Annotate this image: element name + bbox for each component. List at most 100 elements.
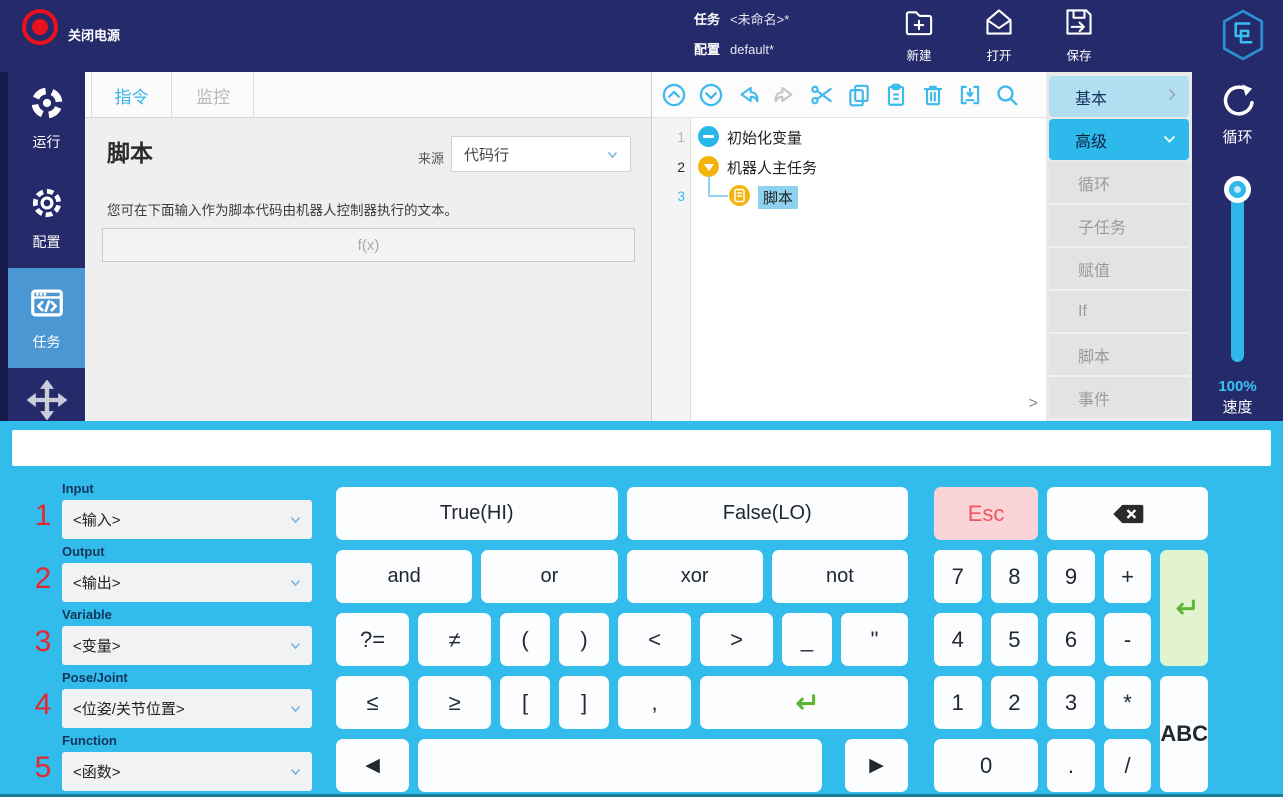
- sidebar-item-move[interactable]: [8, 380, 85, 425]
- key-xor[interactable]: xor: [627, 550, 763, 603]
- field-number-1: 1: [30, 499, 56, 533]
- key-cursor-left[interactable]: ◀: [336, 739, 409, 792]
- key-1[interactable]: 1: [934, 676, 982, 729]
- category-basic-button[interactable]: 基本: [1049, 76, 1189, 117]
- save-task-label: 保存: [1048, 45, 1110, 64]
- right-status-bar: 循环 100% 速度: [1192, 72, 1283, 421]
- key-less-than[interactable]: <: [618, 613, 691, 666]
- key-greater-than[interactable]: >: [700, 613, 773, 666]
- key-bracket-open[interactable]: [: [500, 676, 550, 729]
- key-less-equal[interactable]: ≤: [336, 676, 409, 729]
- open-task-button[interactable]: 打开: [968, 5, 1030, 64]
- copy-icon[interactable]: [846, 82, 872, 108]
- key-4[interactable]: 4: [934, 613, 982, 666]
- line-number: 3: [652, 188, 685, 204]
- key-false-lo[interactable]: False(LO): [627, 487, 909, 540]
- command-item-loop[interactable]: 循环: [1049, 162, 1189, 205]
- key-paren-open[interactable]: (: [500, 613, 550, 666]
- task-value: <未命名>*: [730, 12, 789, 27]
- search-icon[interactable]: [994, 82, 1020, 108]
- undo-icon[interactable]: [735, 82, 761, 108]
- pose-joint-select[interactable]: <位姿/关节位置>: [62, 689, 312, 728]
- command-item-subtask[interactable]: 子任务: [1049, 205, 1189, 248]
- expression-input[interactable]: [12, 430, 1271, 466]
- command-item-script[interactable]: 脚本: [1049, 334, 1189, 377]
- key-plus[interactable]: +: [1104, 550, 1152, 603]
- input-select[interactable]: <输入>: [62, 500, 312, 539]
- chevron-down-icon: [290, 768, 301, 776]
- tab-monitor[interactable]: 监控: [173, 72, 254, 118]
- key-dot[interactable]: .: [1047, 739, 1095, 792]
- key-assign-query[interactable]: ?=: [336, 613, 409, 666]
- key-8[interactable]: 8: [991, 550, 1039, 603]
- key-6[interactable]: 6: [1047, 613, 1095, 666]
- abc-mode-key[interactable]: ABC: [1160, 676, 1208, 792]
- backspace-key[interactable]: [1047, 487, 1208, 540]
- key-or[interactable]: or: [481, 550, 617, 603]
- key-paren-close[interactable]: ): [559, 613, 609, 666]
- key-2[interactable]: 2: [991, 676, 1039, 729]
- insert-icon[interactable]: [957, 82, 983, 108]
- key-7[interactable]: 7: [934, 550, 982, 603]
- key-and[interactable]: and: [336, 550, 472, 603]
- output-field-label: Output: [62, 544, 105, 559]
- move-up-icon[interactable]: [661, 82, 687, 108]
- delete-icon[interactable]: [920, 82, 946, 108]
- cycle-icon[interactable]: [1218, 80, 1258, 125]
- source-select-value: 代码行: [464, 144, 509, 165]
- field-number-4: 4: [30, 688, 56, 722]
- function-select[interactable]: <函数>: [62, 752, 312, 791]
- enter-key[interactable]: [1160, 550, 1208, 666]
- tree-row-script[interactable]: 3 脚本: [652, 182, 1046, 210]
- source-select[interactable]: 代码行: [451, 136, 631, 172]
- expression-field[interactable]: f(x): [102, 228, 635, 262]
- sidebar-task-label: 任务: [8, 332, 85, 352]
- key-true-hi[interactable]: True(HI): [336, 487, 618, 540]
- keyboard-numpad: Esc 7 8 9 + 4 5 6 - 1 2 3 * ABC: [934, 487, 1208, 792]
- open-task-label: 打开: [968, 45, 1030, 64]
- key-row-operators: and or xor not: [336, 550, 908, 603]
- key-not[interactable]: not: [772, 550, 908, 603]
- key-9[interactable]: 9: [1047, 550, 1095, 603]
- output-select[interactable]: <输出>: [62, 563, 312, 602]
- space-key[interactable]: [418, 739, 822, 792]
- category-advanced-button[interactable]: 高级: [1049, 119, 1189, 160]
- key-not-equal[interactable]: ≠: [418, 613, 491, 666]
- paste-icon[interactable]: [883, 82, 909, 108]
- sidebar-item-run[interactable]: 运行: [8, 84, 85, 152]
- key-minus[interactable]: -: [1104, 613, 1152, 666]
- chevron-down-icon: [290, 516, 301, 524]
- key-underscore[interactable]: _: [782, 613, 832, 666]
- speed-slider-track[interactable]: [1231, 188, 1244, 362]
- key-comma[interactable]: ,: [618, 676, 691, 729]
- cut-icon[interactable]: [809, 82, 835, 108]
- power-off-icon[interactable]: [22, 9, 58, 45]
- key-bracket-close[interactable]: ]: [559, 676, 609, 729]
- esc-key[interactable]: Esc: [934, 487, 1038, 540]
- new-task-button[interactable]: 新建: [888, 5, 950, 64]
- sidebar-item-config[interactable]: 配置: [8, 184, 85, 252]
- redo-icon[interactable]: [772, 82, 798, 108]
- key-enter-wide[interactable]: [700, 676, 908, 729]
- key-slash[interactable]: /: [1104, 739, 1152, 792]
- power-off-label[interactable]: 关闭电源: [68, 25, 120, 44]
- key-3[interactable]: 3: [1047, 676, 1095, 729]
- command-item-event[interactable]: 事件: [1049, 377, 1189, 420]
- key-asterisk[interactable]: *: [1104, 676, 1152, 729]
- command-item-assign[interactable]: 赋值: [1049, 248, 1189, 291]
- tab-instruction[interactable]: 指令: [91, 72, 172, 118]
- save-task-button[interactable]: 保存: [1048, 5, 1110, 64]
- sidebar-item-task[interactable]: 任务: [8, 284, 85, 352]
- variable-select[interactable]: <变量>: [62, 626, 312, 665]
- key-0[interactable]: 0: [934, 739, 1038, 792]
- key-quote[interactable]: ": [841, 613, 908, 666]
- tree-expander[interactable]: >: [1029, 395, 1038, 413]
- key-cursor-right[interactable]: ▶: [845, 739, 908, 792]
- command-item-if[interactable]: If: [1049, 291, 1189, 334]
- speed-slider-handle[interactable]: [1224, 176, 1251, 203]
- key-5[interactable]: 5: [991, 613, 1039, 666]
- key-greater-equal[interactable]: ≥: [418, 676, 491, 729]
- move-down-icon[interactable]: [698, 82, 724, 108]
- chevron-down-icon: [607, 146, 618, 163]
- tree-row-init-variables[interactable]: 1 初始化变量: [652, 123, 1046, 151]
